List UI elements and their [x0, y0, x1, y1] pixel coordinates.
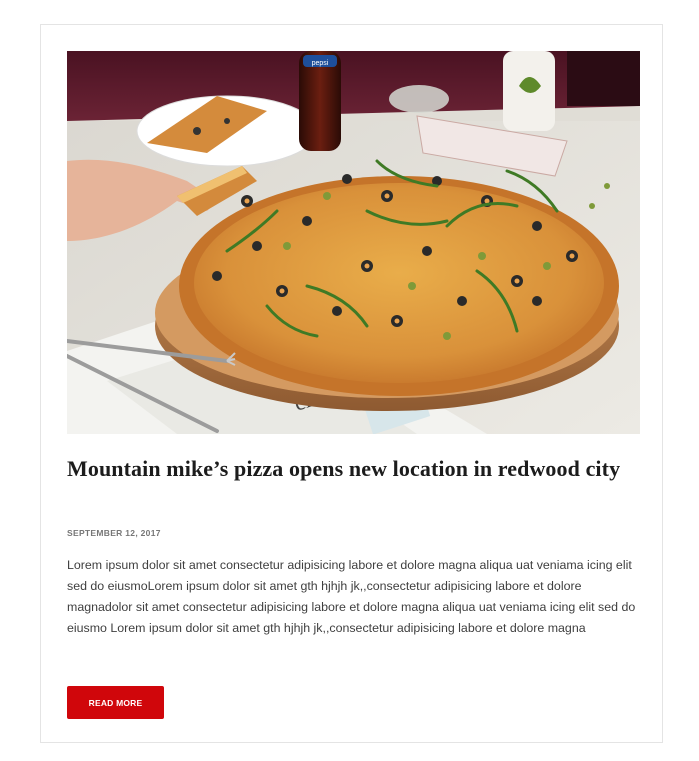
read-more-button[interactable]: READ MORE — [67, 686, 164, 719]
svg-text:pepsi: pepsi — [312, 60, 329, 67]
blog-post-card: clique pepsi — [40, 24, 663, 743]
post-excerpt: Lorem ipsum dolor sit amet consectetur a… — [67, 558, 636, 635]
post-date: SEPTEMBER 12, 2017 — [67, 528, 161, 538]
post-image[interactable]: clique pepsi — [67, 51, 640, 434]
pizza-photo: clique pepsi — [67, 51, 640, 434]
post-title[interactable]: Mountain mike’s pizza opens new location… — [67, 456, 627, 481]
